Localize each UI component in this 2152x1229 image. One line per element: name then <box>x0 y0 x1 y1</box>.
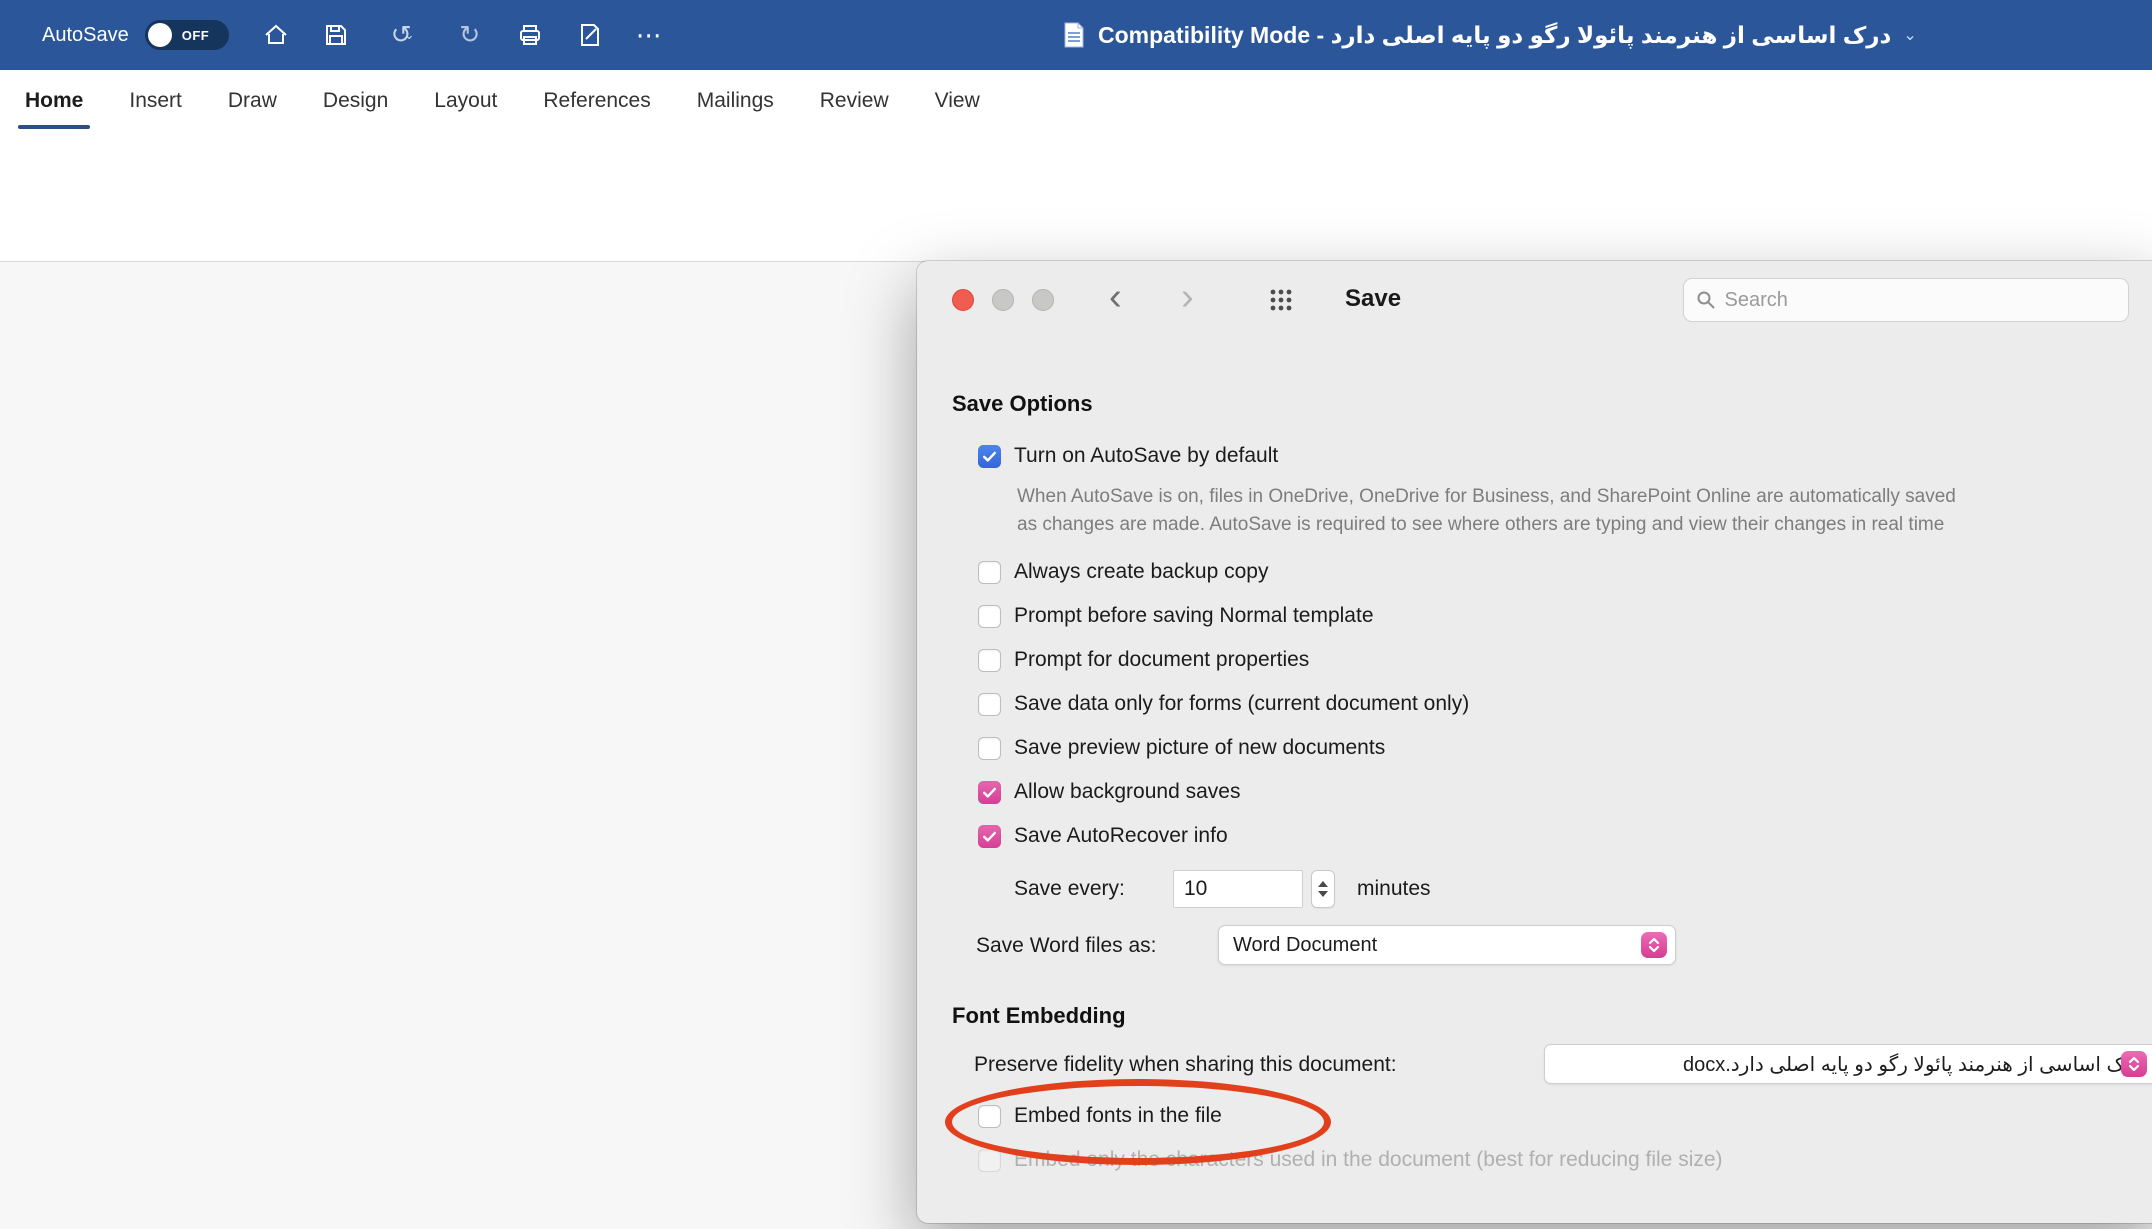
tab-draw[interactable]: Draw <box>205 70 300 131</box>
save-word-files-as-value: Word Document <box>1233 934 1377 957</box>
search-field[interactable] <box>1683 278 2129 322</box>
autosave-description-line1: When AutoSave is on, files in OneDrive, … <box>1017 483 1956 511</box>
print-button[interactable] <box>513 18 547 52</box>
minimize-button[interactable] <box>992 289 1014 311</box>
word-document-icon <box>1062 21 1086 49</box>
autosave-option-row: Turn on AutoSave by default <box>978 441 1278 471</box>
autosave-toggle[interactable]: OFF <box>145 20 229 50</box>
search-input[interactable] <box>1723 288 2116 313</box>
check-icon <box>981 448 998 465</box>
print-icon <box>517 23 543 47</box>
autorecover-row: Save AutoRecover info <box>978 821 1228 851</box>
tab-references[interactable]: References <box>520 70 673 131</box>
save-every-stepper[interactable] <box>1311 870 1335 908</box>
forward-button[interactable]: › <box>1181 277 1194 317</box>
home-icon <box>263 23 289 47</box>
tab-mailings[interactable]: Mailings <box>674 70 797 131</box>
prompt-doc-properties-checkbox[interactable] <box>978 649 1001 672</box>
preferences-grid-icon[interactable] <box>1269 288 1293 312</box>
ellipsis-icon: ⋯ <box>636 20 664 51</box>
autosave-description: When AutoSave is on, files in OneDrive, … <box>1017 483 1956 539</box>
save-preview-picture-label: Save preview picture of new documents <box>1014 736 1385 760</box>
embed-fonts-checkbox[interactable] <box>978 1105 1001 1128</box>
embed-characters-label: Embed only the characters used in the do… <box>1014 1148 1723 1172</box>
save-preferences-dialog: ‹ › Save Save Options Turn on AutoSave b… <box>917 261 2152 1223</box>
backup-copy-label: Always create backup copy <box>1014 560 1268 584</box>
undo-button[interactable]: ↺ ⌄ <box>379 18 427 52</box>
chevron-down-icon: ⌄ <box>1903 25 1916 45</box>
tab-insert[interactable]: Insert <box>106 70 205 131</box>
titlebar: AutoSave OFF ↺ ⌄ ↻ <box>0 0 2152 70</box>
word-window: AutoSave OFF ↺ ⌄ ↻ <box>0 0 2152 1228</box>
background-saves-checkbox[interactable] <box>978 781 1001 804</box>
prompt-normal-template-checkbox[interactable] <box>978 605 1001 628</box>
tab-layout[interactable]: Layout <box>411 70 520 131</box>
autosave-state-label: OFF <box>182 28 210 43</box>
preserve-fidelity-select[interactable]: درک اساسی از هنرمند پائولا رگو دو پایه ا… <box>1544 1044 2152 1084</box>
save-forms-data-row: Save data only for forms (current docume… <box>978 689 1469 719</box>
stepper-down-icon <box>1318 891 1328 897</box>
save-word-files-as-label: Save Word files as: <box>976 934 1157 958</box>
redo-icon: ↻ <box>459 20 480 50</box>
save-forms-data-label: Save data only for forms (current docume… <box>1014 692 1469 716</box>
tab-design[interactable]: Design <box>300 70 411 131</box>
save-forms-data-checkbox[interactable] <box>978 693 1001 716</box>
dialog-title: Save <box>1345 285 1401 313</box>
stepper-up-icon <box>1318 881 1328 887</box>
search-icon <box>1696 290 1715 310</box>
autosave-toggle-knob <box>148 23 172 47</box>
select-arrows-icon <box>1641 932 1667 958</box>
embed-characters-row: Embed only the characters used in the do… <box>978 1145 1723 1175</box>
embed-fonts-label: Embed fonts in the file <box>1014 1104 1222 1128</box>
save-word-files-as-select[interactable]: Word Document <box>1218 925 1676 965</box>
prompt-normal-template-row: Prompt before saving Normal template <box>978 601 1374 631</box>
autosave-option-label: Turn on AutoSave by default <box>1014 444 1278 468</box>
check-icon <box>981 828 998 845</box>
edit-document-icon <box>578 23 602 47</box>
document-title-area[interactable]: Compatibility Mode - درک اساسی از هنرمند… <box>1062 0 1917 70</box>
background-saves-label: Allow background saves <box>1014 780 1240 804</box>
background-saves-row: Allow background saves <box>978 777 1240 807</box>
tab-review[interactable]: Review <box>797 70 912 131</box>
select-arrows-icon <box>2121 1051 2147 1077</box>
redo-button[interactable]: ↻ <box>453 18 487 52</box>
autosave-label: AutoSave <box>42 24 129 47</box>
save-every-input[interactable] <box>1173 870 1303 908</box>
autosave-description-line2: as changes are made. AutoSave is require… <box>1017 511 1956 539</box>
save-button[interactable] <box>319 18 353 52</box>
save-preview-picture-checkbox[interactable] <box>978 737 1001 760</box>
save-options-heading: Save Options <box>952 391 1093 417</box>
ribbon: ⌄ Paste Arial ⌄ 11 ⌄ Aˆ Aˇ Aa <box>0 131 2152 261</box>
save-icon <box>324 23 348 47</box>
font-embedding-heading: Font Embedding <box>952 1003 1126 1029</box>
prompt-doc-properties-label: Prompt for document properties <box>1014 648 1309 672</box>
document-title: Compatibility Mode - درک اساسی از هنرمند… <box>1098 22 1891 49</box>
ribbon-tabs: Home Insert Draw Design Layout Reference… <box>0 70 2152 131</box>
backup-copy-checkbox[interactable] <box>978 561 1001 584</box>
save-every-label: Save every: <box>1014 877 1125 901</box>
back-button[interactable]: ‹ <box>1109 277 1122 317</box>
more-commands-button[interactable]: ⋯ <box>633 18 667 52</box>
save-preview-picture-row: Save preview picture of new documents <box>978 733 1385 763</box>
close-button[interactable] <box>952 289 974 311</box>
check-icon <box>981 784 998 801</box>
home-button[interactable] <box>259 18 293 52</box>
embed-characters-checkbox <box>978 1149 1001 1172</box>
save-every-unit: minutes <box>1357 877 1431 901</box>
prompt-doc-properties-row: Prompt for document properties <box>978 645 1309 675</box>
embed-fonts-row: Embed fonts in the file <box>978 1101 1222 1131</box>
prompt-normal-template-label: Prompt before saving Normal template <box>1014 604 1374 628</box>
autorecover-label: Save AutoRecover info <box>1014 824 1228 848</box>
tab-view[interactable]: View <box>912 70 1003 131</box>
preserve-fidelity-value: درک اساسی از هنرمند پائولا رگو دو پایه ا… <box>1559 1052 2143 1077</box>
autorecover-checkbox[interactable] <box>978 825 1001 848</box>
chevron-down-icon: ⌄ <box>404 27 415 43</box>
preserve-fidelity-label: Preserve fidelity when sharing this docu… <box>974 1053 1397 1077</box>
edit-document-button[interactable] <box>573 18 607 52</box>
zoom-button[interactable] <box>1032 289 1054 311</box>
tab-home[interactable]: Home <box>2 70 106 131</box>
autosave-checkbox[interactable] <box>978 445 1001 468</box>
backup-copy-row: Always create backup copy <box>978 557 1268 587</box>
